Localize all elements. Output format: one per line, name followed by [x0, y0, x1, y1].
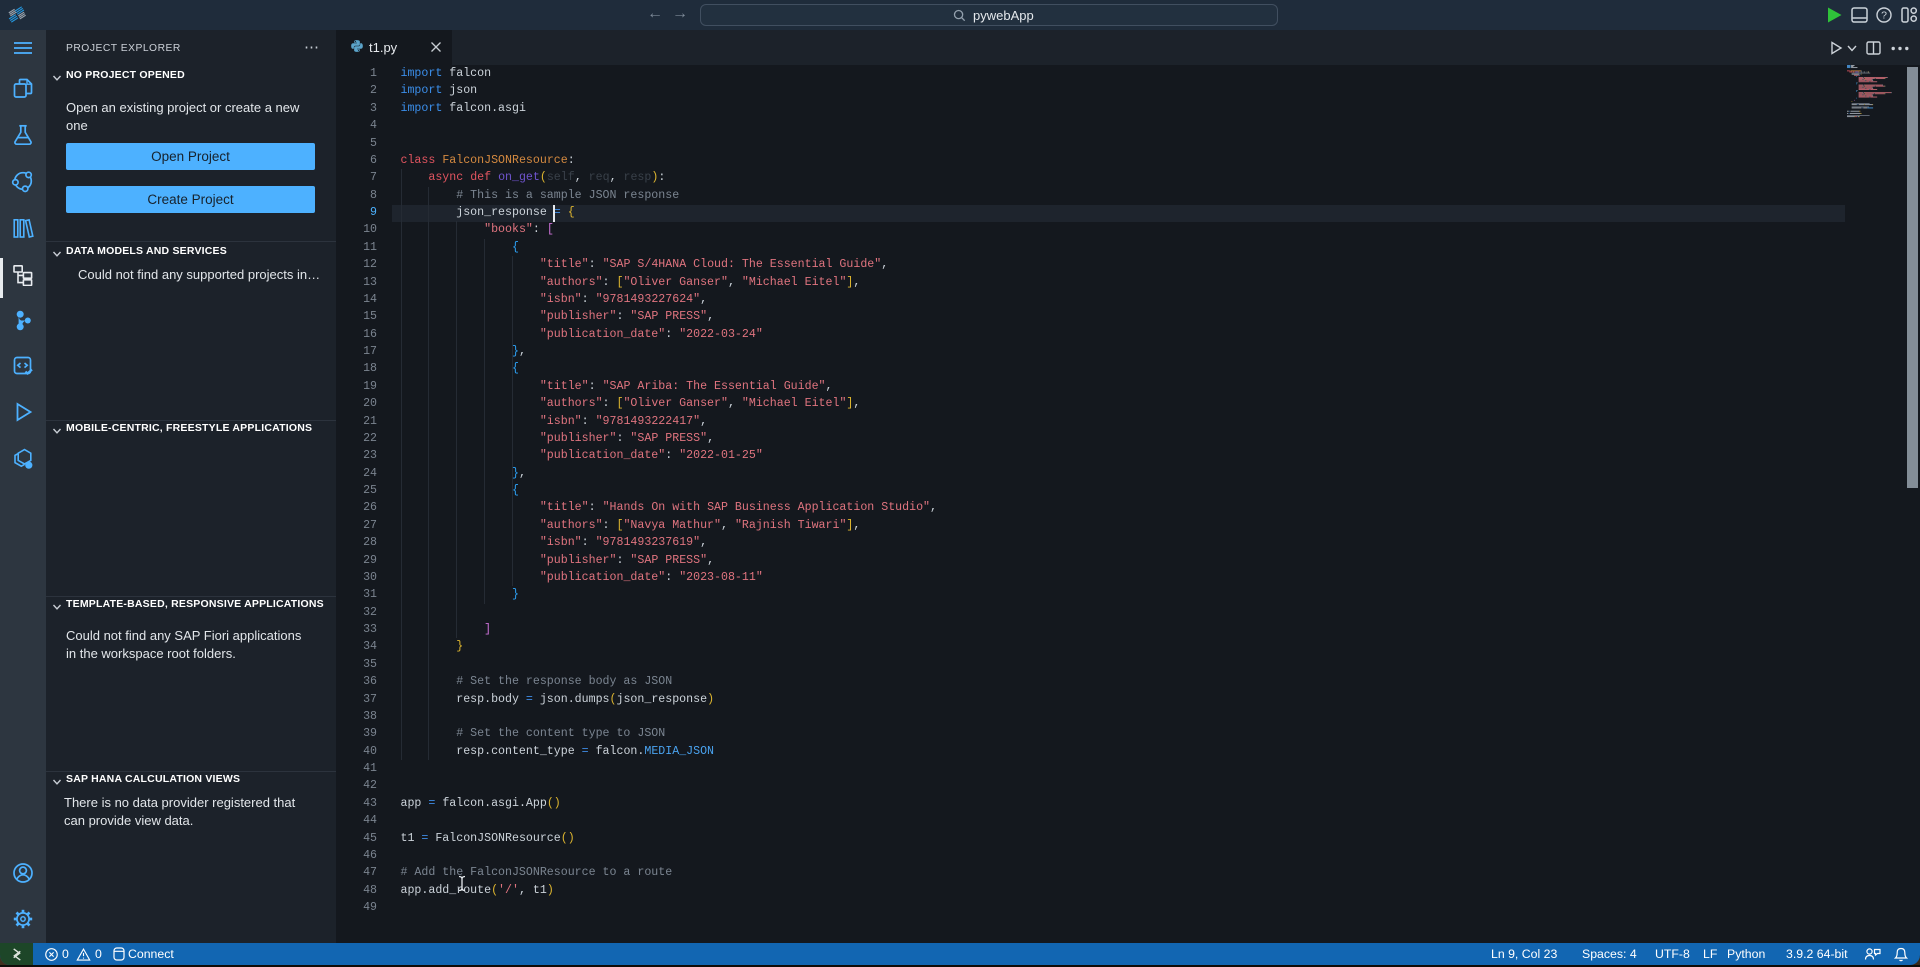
svg-text:?: ? [1881, 10, 1887, 22]
